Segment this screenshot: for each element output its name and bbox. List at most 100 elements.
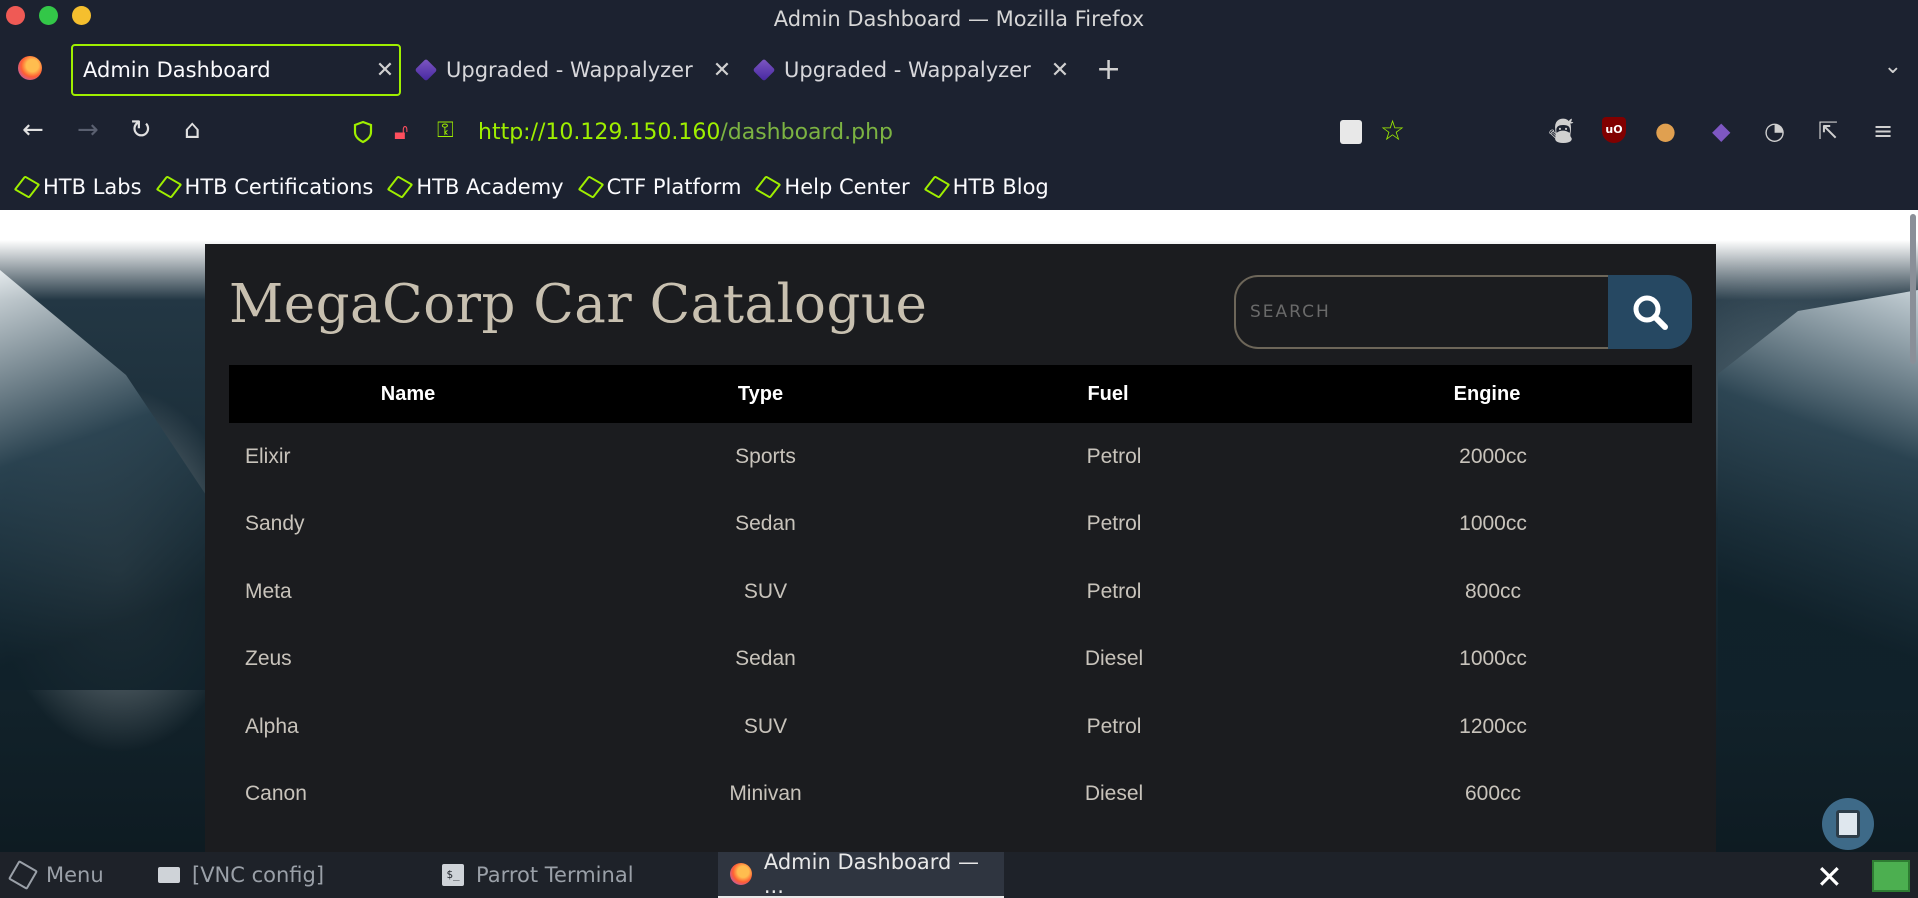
cell-name: Zeus — [245, 647, 292, 671]
cell-engine: 1200cc — [1459, 714, 1527, 738]
navigation-bar: ← → ↻ ⌂ 🔓︎ ⚿ http://10.129.150.160/dashb… — [0, 102, 1918, 228]
column-header-name[interactable]: Name — [229, 383, 587, 406]
firefox-icon[interactable] — [18, 56, 42, 80]
close-tab-icon[interactable]: ✕ — [371, 58, 399, 83]
tab-admin-dashboard[interactable]: Admin Dashboard ✕ — [71, 44, 401, 96]
insecure-lock-icon[interactable]: 🔓︎ — [394, 120, 408, 145]
bookmark-label: HTB Academy — [416, 175, 564, 199]
table-row: Zeus Sedan Diesel 1000cc — [229, 626, 1692, 694]
cell-fuel: Diesel — [1084, 647, 1144, 671]
background-wave-image — [1718, 290, 1918, 710]
column-header-engine[interactable]: Engine — [1282, 383, 1692, 406]
bookmark-star-icon[interactable]: ☆ — [1380, 114, 1405, 147]
list-all-tabs-icon[interactable]: ⌄ — [1884, 54, 1902, 79]
cell-fuel: Petrol — [1086, 579, 1142, 603]
page-content: MegaCorp Car Catalogue Name Type Fuel En… — [0, 210, 1918, 852]
extension-hat-icon[interactable]: 🥷︎ — [1546, 117, 1576, 145]
url-host: http://10.129.150.160 — [478, 120, 721, 145]
cell-engine: 800cc — [1464, 579, 1522, 603]
ublock-origin-icon[interactable]: uO — [1602, 117, 1626, 143]
htb-cube-icon — [577, 175, 604, 199]
cell-engine: 600cc — [1464, 782, 1522, 806]
tab-wappalyzer-2[interactable]: Upgraded - Wappalyzer ✕ — [752, 44, 1074, 96]
taskbar-parrot-terminal[interactable]: $_ Parrot Terminal — [442, 852, 702, 898]
key-icon[interactable]: ⚿ — [437, 118, 454, 143]
cell-name: Elixir — [245, 444, 291, 468]
cell-type: Sports — [735, 444, 796, 468]
bookmark-label: HTB Blog — [952, 175, 1049, 199]
firefox-icon — [730, 863, 752, 885]
taskbar-admin-dashboard[interactable]: Admin Dashboard — ... — [718, 850, 1004, 898]
extension-cookie-bowl-icon[interactable]: ● — [1655, 117, 1676, 145]
cell-name: Canon — [245, 782, 307, 806]
wappalyzer-extension-icon[interactable]: ◆ — [1712, 117, 1730, 145]
bookmark-htb-certifications[interactable]: HTB Certifications — [155, 175, 373, 199]
table-row: Canon Minivan Diesel 600cc — [229, 761, 1692, 829]
wappalyzer-icon — [752, 58, 776, 82]
close-x-icon[interactable]: ✕ — [1816, 858, 1843, 896]
tab-label: Admin Dashboard — [83, 58, 271, 82]
tracking-shield-icon[interactable] — [352, 120, 374, 144]
bookmarks-toolbar: HTB Labs HTB Certifications HTB Academy … — [0, 164, 1918, 210]
search-input[interactable] — [1234, 275, 1608, 349]
reader-view-icon[interactable] — [1340, 120, 1362, 144]
extensions-puzzle-icon[interactable]: ⇱ — [1818, 117, 1838, 145]
window-title: Admin Dashboard — Mozilla Firefox — [773, 7, 1145, 31]
clipboard-icon — [1836, 810, 1860, 838]
cookie-icon[interactable]: ◔ — [1764, 117, 1785, 145]
cell-fuel: Petrol — [1086, 512, 1142, 536]
terminal-icon: $_ — [442, 864, 464, 886]
url-path: /dashboard.php — [720, 120, 894, 145]
page-title: MegaCorp Car Catalogue — [229, 274, 928, 335]
background-wave-image — [0, 270, 210, 690]
cell-type: Sedan — [735, 647, 796, 671]
tab-label: Upgraded - Wappalyzer — [784, 58, 1031, 82]
workspace-indicator[interactable] — [1872, 860, 1910, 892]
cell-type: SUV — [743, 579, 788, 603]
wappalyzer-icon — [414, 58, 438, 82]
close-tab-icon[interactable]: ✕ — [1046, 58, 1074, 83]
tab-label: Upgraded - Wappalyzer — [446, 58, 693, 82]
bookmark-htb-blog[interactable]: HTB Blog — [923, 175, 1049, 199]
bookmark-ctf-platform[interactable]: CTF Platform — [577, 175, 741, 199]
bookmark-htb-academy[interactable]: HTB Academy — [386, 175, 564, 199]
url-bar[interactable]: http://10.129.150.160/dashboard.php — [478, 120, 893, 145]
search-icon — [1633, 295, 1668, 330]
taskbar-vnc-config[interactable]: [VNC config] — [158, 852, 418, 898]
bookmark-help-center[interactable]: Help Center — [755, 175, 910, 199]
window-title-bar: Admin Dashboard — Mozilla Firefox — [0, 0, 1918, 36]
close-tab-icon[interactable]: ✕ — [708, 58, 736, 83]
cell-name: Sandy — [245, 512, 305, 536]
new-tab-button[interactable]: + — [1096, 52, 1121, 87]
bookmark-htb-labs[interactable]: HTB Labs — [13, 175, 142, 199]
taskbar-menu[interactable]: Menu — [7, 852, 122, 898]
cell-name: Meta — [245, 579, 292, 603]
search-button[interactable] — [1608, 275, 1692, 349]
taskbar-label: Admin Dashboard — ... — [763, 850, 980, 898]
home-icon[interactable]: ⌂ — [184, 116, 201, 144]
page-scrollbar[interactable] — [1910, 214, 1916, 364]
column-header-type[interactable]: Type — [587, 383, 934, 406]
taskbar-label: [VNC config] — [192, 863, 325, 887]
tab-strip: Admin Dashboard ✕ Upgraded - Wappalyzer … — [0, 36, 1918, 102]
column-header-fuel[interactable]: Fuel — [934, 383, 1282, 406]
cell-name: Alpha — [245, 714, 299, 738]
htb-cube-icon — [923, 175, 951, 199]
table-row: Alpha SUV Petrol 1200cc — [229, 693, 1692, 761]
hamburger-menu-icon[interactable]: ≡ — [1873, 117, 1893, 145]
tab-wappalyzer-1[interactable]: Upgraded - Wappalyzer ✕ — [414, 44, 736, 96]
htb-cube-icon — [13, 175, 41, 199]
cell-fuel: Petrol — [1086, 714, 1142, 738]
table-row: Elixir Sports Petrol 2000cc — [229, 423, 1692, 491]
clipboard-button[interactable] — [1822, 798, 1874, 850]
car-table: Name Type Fuel Engine Elixir Sports Petr… — [229, 365, 1692, 828]
back-arrow-icon[interactable]: ← — [22, 116, 44, 144]
catalogue-panel: MegaCorp Car Catalogue Name Type Fuel En… — [205, 244, 1716, 852]
taskbar: Menu [VNC config] $_ Parrot Terminal Adm… — [0, 850, 1918, 898]
forward-arrow-icon[interactable]: → — [77, 116, 99, 144]
reload-icon[interactable]: ↻ — [130, 116, 152, 144]
table-header: Name Type Fuel Engine — [229, 365, 1692, 423]
cell-type: SUV — [743, 714, 788, 738]
cell-engine: 1000cc — [1459, 512, 1527, 536]
folder-icon — [158, 867, 180, 883]
